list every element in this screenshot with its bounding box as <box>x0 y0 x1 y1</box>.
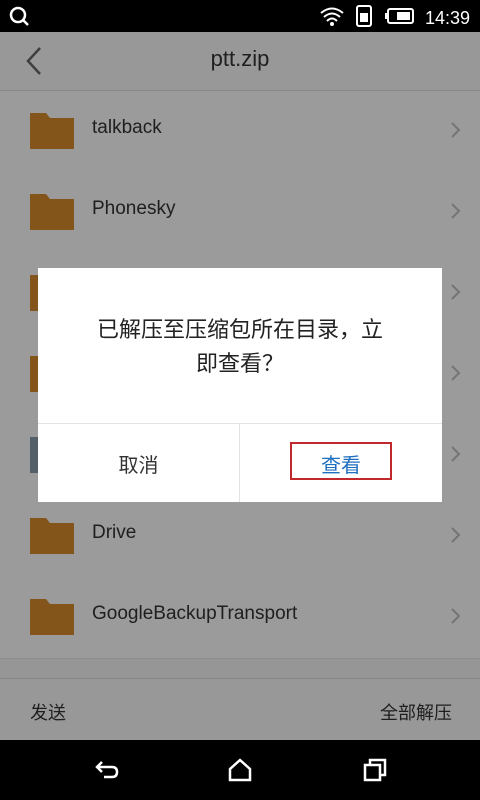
dialog-message-line: 已解压至压缩包所在目录，立 <box>96 318 383 343</box>
back-icon[interactable] <box>94 758 120 786</box>
cancel-button[interactable]: 取消 <box>38 424 239 502</box>
app-screen: ptt.zip talkback Phonesky Drive GoogleBa… <box>0 32 480 741</box>
sim-icon <box>355 5 375 31</box>
navigation-bar <box>0 740 480 800</box>
battery-icon <box>384 7 415 29</box>
confirm-dialog: 已解压至压缩包所在目录，立 即查看？ 取消 查看 <box>38 268 442 502</box>
highlight-box <box>290 442 392 480</box>
status-bar: 14:39 <box>0 0 480 32</box>
view-button[interactable]: 查看 <box>240 424 442 502</box>
wifi-icon <box>319 5 345 31</box>
status-time: 14:39 <box>424 7 470 28</box>
recents-icon[interactable] <box>362 758 388 786</box>
dialog-message: 已解压至压缩包所在目录，立 即查看？ <box>68 314 412 382</box>
home-icon[interactable] <box>227 758 253 786</box>
dialog-message-line: 即查看？ <box>195 352 284 377</box>
search-icon <box>8 5 30 31</box>
